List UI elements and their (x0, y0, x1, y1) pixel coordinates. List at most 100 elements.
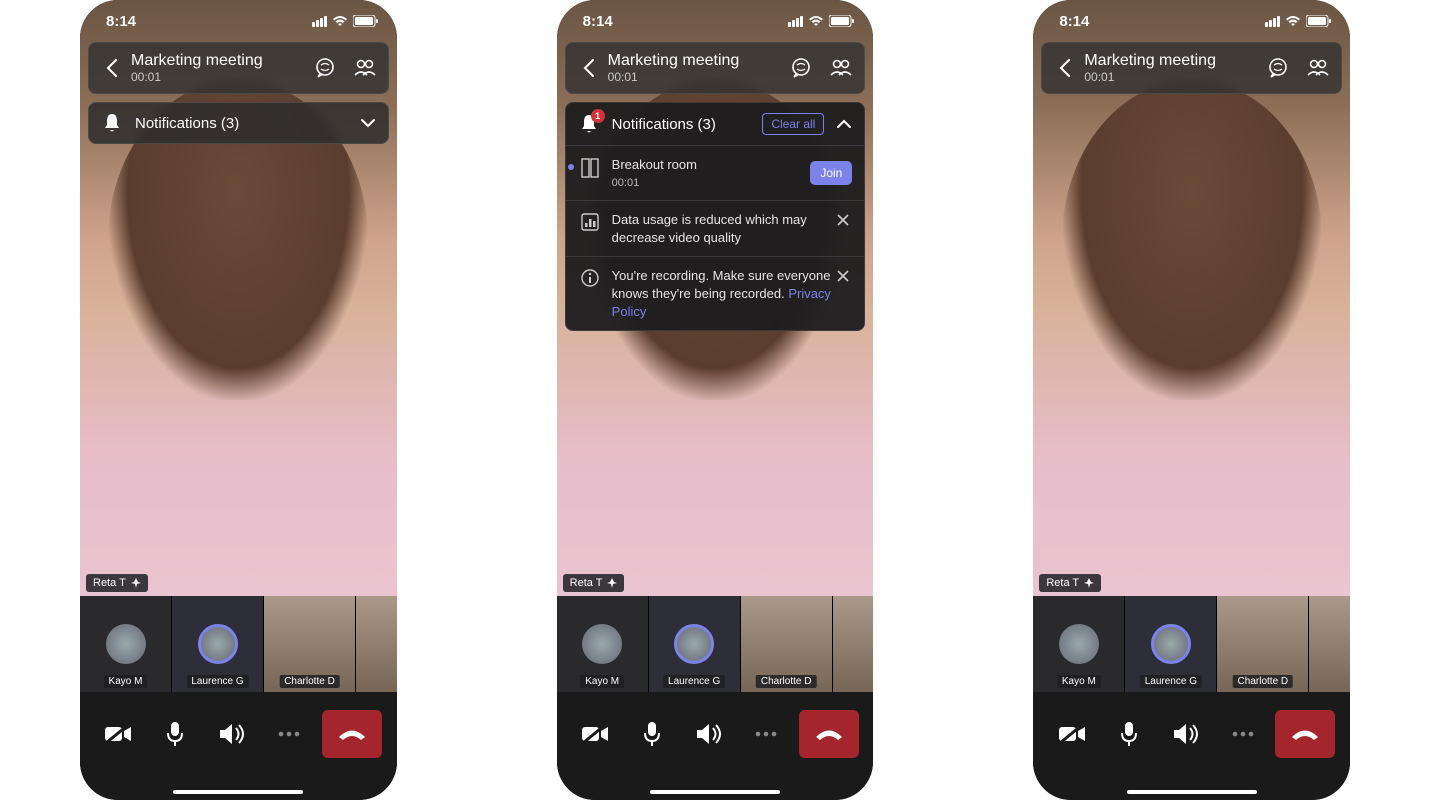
camera-off-button[interactable] (1048, 710, 1096, 758)
data-usage-icon (578, 213, 602, 231)
notifications-label: Notifications (3) (612, 116, 763, 133)
meeting-header: Marketing meeting 00:01 (1041, 42, 1342, 94)
hang-up-button[interactable] (1275, 710, 1335, 758)
info-icon (578, 269, 602, 287)
participant-name: Charlotte D (756, 675, 817, 688)
participant-thumbnails: Kayo M Laurence G Charlotte D (80, 596, 397, 692)
phone-no-notifications: 8:14 Marketing meeting 00:01 Reta T Kayo… (1033, 0, 1350, 800)
join-button[interactable]: Join (810, 161, 852, 185)
phone-collapsed-notifications: 8:14 Marketing meeting 00:01 Notificatio… (80, 0, 397, 800)
participant-thumbnails: Kayo M Laurence G Charlotte D (557, 596, 874, 692)
participant-thumbnails: Kayo M Laurence G Charlotte D (1033, 596, 1350, 692)
notification-recording: You're recording. Make sure everyone kno… (566, 256, 865, 330)
bell-icon: 1 (578, 114, 600, 134)
chat-icon[interactable] (788, 55, 814, 81)
status-indicators (1265, 15, 1332, 27)
meeting-title-block: Marketing meeting 00:01 (1078, 52, 1265, 84)
battery-icon (1306, 15, 1332, 27)
pin-icon (1084, 578, 1094, 588)
status-time: 8:14 (583, 13, 613, 30)
participant-name: Charlotte D (279, 675, 340, 688)
chevron-up-icon[interactable] (836, 119, 852, 129)
participant-thumb[interactable]: Charlotte D (741, 596, 833, 692)
status-indicators (788, 15, 855, 27)
cellular-icon (1265, 16, 1280, 27)
breakout-room-icon (578, 158, 602, 178)
participants-icon[interactable] (352, 55, 378, 81)
home-indicator[interactable] (173, 790, 303, 794)
mic-button[interactable] (151, 710, 199, 758)
speaker-button[interactable] (1162, 710, 1210, 758)
participant-thumb[interactable] (1309, 596, 1350, 692)
participant-thumb[interactable]: Charlotte D (1217, 596, 1309, 692)
participant-thumb[interactable]: Kayo M (557, 596, 649, 692)
back-button[interactable] (576, 59, 602, 77)
close-icon[interactable] (834, 211, 852, 229)
participant-thumb[interactable]: Kayo M (80, 596, 172, 692)
pinned-name: Reta T (570, 577, 603, 589)
notifications-collapsed-bar[interactable]: Notifications (3) (88, 102, 389, 144)
status-bar: 8:14 (557, 0, 874, 42)
speaker-button[interactable] (208, 710, 256, 758)
camera-off-button[interactable] (94, 710, 142, 758)
pin-icon (607, 578, 617, 588)
notifications-expanded-panel: 1 Notifications (3) Clear all Breakout r… (565, 102, 866, 331)
participant-name: Kayo M (104, 675, 148, 688)
participant-thumb[interactable] (356, 596, 397, 692)
meeting-title: Marketing meeting (1084, 52, 1265, 70)
meeting-title-block: Marketing meeting 00:01 (125, 52, 312, 84)
pinned-name-tag: Reta T (86, 574, 148, 592)
participant-name: Laurence G (186, 675, 248, 688)
clear-all-button[interactable]: Clear all (762, 113, 824, 135)
cellular-icon (312, 16, 327, 27)
home-indicator[interactable] (1127, 790, 1257, 794)
more-options-button[interactable] (265, 710, 313, 758)
status-time: 8:14 (1059, 13, 1089, 30)
pinned-name: Reta T (1046, 577, 1079, 589)
participant-thumb[interactable]: Laurence G (1125, 596, 1217, 692)
participant-thumb[interactable] (833, 596, 874, 692)
participants-icon[interactable] (1305, 55, 1331, 81)
home-indicator[interactable] (650, 790, 780, 794)
pinned-name-tag: Reta T (563, 574, 625, 592)
more-options-button[interactable] (1219, 710, 1267, 758)
meeting-title: Marketing meeting (608, 52, 789, 70)
participant-thumb[interactable]: Kayo M (1033, 596, 1125, 692)
notification-badge: 1 (591, 109, 605, 123)
participant-thumb[interactable]: Laurence G (649, 596, 741, 692)
notification-breakout-room: Breakout room 00:01 Join (566, 145, 865, 200)
status-time: 8:14 (106, 13, 136, 30)
participant-thumb[interactable]: Laurence G (172, 596, 264, 692)
battery-icon (829, 15, 855, 27)
chat-icon[interactable] (1265, 55, 1291, 81)
pinned-name: Reta T (93, 577, 126, 589)
cellular-icon (788, 16, 803, 27)
mic-button[interactable] (628, 710, 676, 758)
participant-thumb[interactable]: Charlotte D (264, 596, 356, 692)
meeting-elapsed: 00:01 (131, 70, 312, 84)
meeting-header: Marketing meeting 00:01 (88, 42, 389, 94)
more-options-button[interactable] (742, 710, 790, 758)
bell-icon (101, 113, 123, 133)
participant-name: Laurence G (663, 675, 725, 688)
meeting-elapsed: 00:01 (608, 70, 789, 84)
phone-expanded-notifications: 8:14 Marketing meeting 00:01 1 Notificat… (557, 0, 874, 800)
meeting-title: Marketing meeting (131, 52, 312, 70)
speaker-button[interactable] (685, 710, 733, 758)
camera-off-button[interactable] (571, 710, 619, 758)
chevron-down-icon[interactable] (360, 118, 376, 128)
chat-icon[interactable] (312, 55, 338, 81)
status-bar: 8:14 (1033, 0, 1350, 42)
participant-name: Charlotte D (1233, 675, 1294, 688)
participants-icon[interactable] (828, 55, 854, 81)
back-button[interactable] (99, 59, 125, 77)
hang-up-button[interactable] (799, 710, 859, 758)
battery-icon (353, 15, 379, 27)
close-icon[interactable] (834, 267, 852, 285)
hang-up-button[interactable] (322, 710, 382, 758)
mic-button[interactable] (1105, 710, 1153, 758)
meeting-header: Marketing meeting 00:01 (565, 42, 866, 94)
status-indicators (312, 15, 379, 27)
wifi-icon (332, 15, 348, 27)
back-button[interactable] (1052, 59, 1078, 77)
